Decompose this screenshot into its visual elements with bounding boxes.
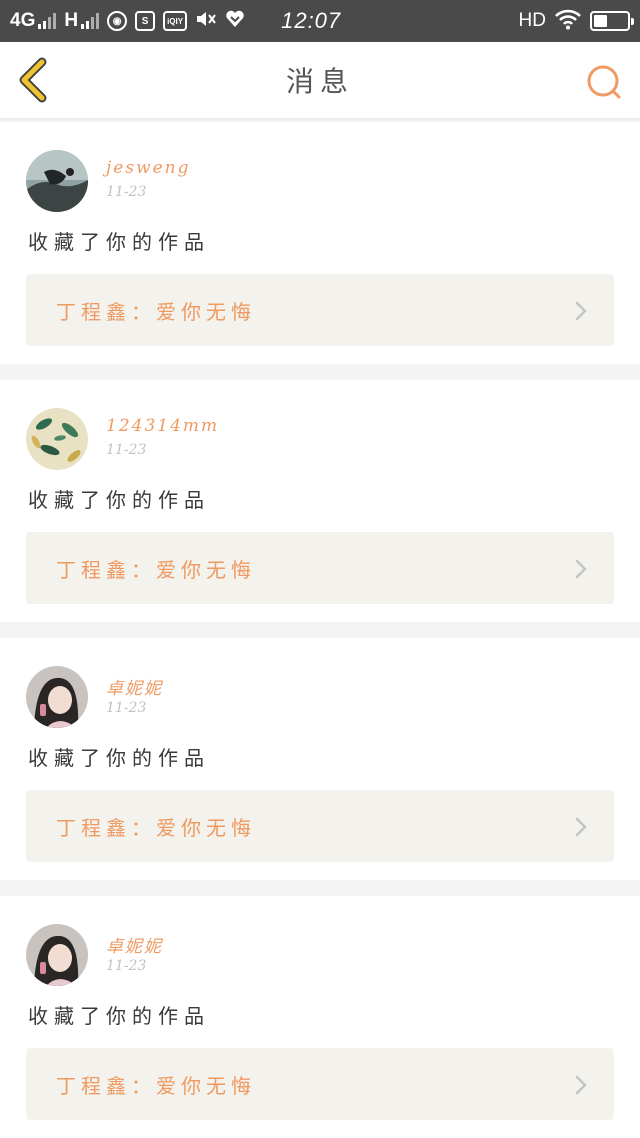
mute-icon: [195, 9, 217, 34]
chevron-left-icon: [19, 57, 47, 103]
message-date: 11-23: [106, 184, 147, 200]
message-date: 11-23: [106, 958, 147, 974]
message-date: 11-23: [106, 700, 147, 716]
hd-label: HD: [518, 10, 546, 31]
work-link[interactable]: 丁程鑫：爱你无悔: [26, 1048, 614, 1120]
chevron-right-icon: [575, 559, 587, 579]
signal-icon: [38, 13, 57, 29]
search-icon: [587, 65, 621, 99]
iqiyi-icon: iQIY: [163, 11, 188, 31]
chevron-right-icon: [575, 1075, 587, 1095]
action-text: 收藏了你的作品: [28, 230, 210, 254]
message-card: 124314mm 11-23 收藏了你的作品 丁程鑫：爱你无悔: [0, 380, 640, 622]
username[interactable]: jesweng: [106, 158, 191, 178]
message-card: 卓妮妮 11-23 收藏了你的作品 丁程鑫：爱你无悔: [0, 896, 640, 1138]
network-label: H: [64, 10, 79, 31]
network-label: 4G: [10, 10, 36, 31]
battery-icon: [590, 11, 634, 31]
wifi-icon: [554, 8, 582, 35]
browser-icon: ◉: [107, 11, 128, 31]
work-title: 丁程鑫：爱你无悔: [56, 815, 256, 840]
work-title: 丁程鑫：爱你无悔: [56, 1073, 256, 1098]
username[interactable]: 124314mm: [106, 416, 219, 436]
chevron-right-icon: [575, 301, 587, 321]
work-title: 丁程鑫：爱你无悔: [56, 299, 256, 324]
avatar[interactable]: [26, 408, 88, 470]
avatar-girl: [26, 924, 88, 986]
username[interactable]: 卓妮妮: [106, 674, 163, 699]
avatar[interactable]: [26, 666, 88, 728]
avatar-leaves: [26, 408, 88, 470]
work-link[interactable]: 丁程鑫：爱你无悔: [26, 790, 614, 862]
s-app-icon: S: [135, 11, 156, 31]
avatar[interactable]: [26, 150, 88, 212]
work-link[interactable]: 丁程鑫：爱你无悔: [26, 274, 614, 346]
page-title: 消息: [285, 65, 354, 98]
action-text: 收藏了你的作品: [28, 1004, 210, 1028]
signal-icon: [81, 13, 100, 29]
battery-level: [594, 15, 607, 27]
message-date: 11-23: [106, 442, 147, 458]
clock: 12:07: [281, 8, 342, 33]
username[interactable]: 卓妮妮: [106, 932, 163, 957]
avatar[interactable]: [26, 924, 88, 986]
top-nav-bar: 消息: [0, 42, 640, 120]
message-card: jesweng 11-23 收藏了你的作品 丁程鑫：爱你无悔: [0, 122, 640, 364]
work-link[interactable]: 丁程鑫：爱你无悔: [26, 532, 614, 604]
work-title: 丁程鑫：爱你无悔: [56, 557, 256, 582]
search-button[interactable]: [584, 62, 624, 102]
network-4g-indicator: 4G: [10, 10, 57, 32]
action-text: 收藏了你的作品: [28, 746, 210, 770]
chevron-right-icon: [575, 817, 587, 837]
avatar-girl: [26, 666, 88, 728]
vpn-heart-icon: [225, 9, 245, 34]
message-card: 卓妮妮 11-23 收藏了你的作品 丁程鑫：爱你无悔: [0, 638, 640, 880]
network-h-indicator: H: [64, 10, 100, 32]
avatar-dark-landscape: [26, 150, 88, 212]
status-bar: 4G H ◉ S iQIY 12:07 HD: [0, 0, 640, 42]
back-button[interactable]: [14, 56, 54, 104]
action-text: 收藏了你的作品: [28, 488, 210, 512]
